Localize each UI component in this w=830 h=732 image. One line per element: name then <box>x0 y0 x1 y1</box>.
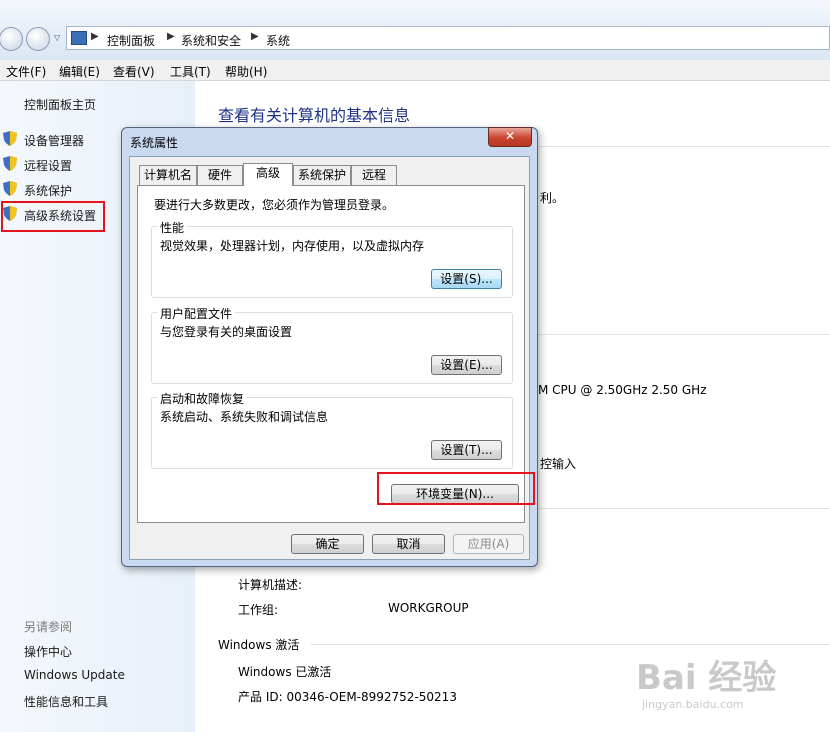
sidebar-item-remote-settings[interactable]: 远程设置 <box>24 157 72 174</box>
performance-settings-button[interactable]: 设置(S)... <box>431 269 502 289</box>
shield-icon <box>3 131 17 146</box>
sidebar-item-system-protection[interactable]: 系统保护 <box>24 182 72 199</box>
menu-bar: 文件(F) 编辑(E) 查看(V) 工具(T) 帮助(H) <box>0 60 830 81</box>
forward-button[interactable] <box>26 27 50 51</box>
shield-icon <box>3 181 17 196</box>
workgroup-value: WORKGROUP <box>388 601 469 615</box>
menu-tools[interactable]: 工具(T) <box>170 63 211 80</box>
sidebar-item-device-manager[interactable]: 设备管理器 <box>24 132 84 149</box>
menu-view[interactable]: 查看(V) <box>113 63 155 80</box>
tab-system-protection[interactable]: 系统保护 <box>293 165 351 185</box>
workgroup-label: 工作组: <box>238 603 279 617</box>
back-button[interactable] <box>0 27 23 51</box>
cancel-button[interactable]: 取消 <box>372 534 445 554</box>
breadcrumb-system-security[interactable]: 系统和安全 <box>181 32 241 49</box>
section-divider <box>538 334 830 335</box>
menu-file[interactable]: 文件(F) <box>6 63 46 80</box>
tab-computer-name[interactable]: 计算机名 <box>139 165 197 185</box>
sidebar-home-link[interactable]: 控制面板主页 <box>24 96 96 113</box>
user-profiles-description: 与您登录有关的桌面设置 <box>160 325 293 339</box>
product-id: 产品 ID: 00346-OEM-8992752-50213 <box>238 690 457 704</box>
page-title: 查看有关计算机的基本信息 <box>218 106 411 125</box>
dialog-title: 系统属性 <box>130 136 179 150</box>
performance-description: 视觉效果，处理器计划，内存使用，以及虚拟内存 <box>160 239 425 253</box>
tab-advanced[interactable]: 高级 <box>243 163 293 186</box>
watermark-logo: Bai 经验 <box>636 658 777 698</box>
breadcrumb-separator-icon: ▶ <box>251 31 259 42</box>
watermark-url: jingyan.baidu.com <box>642 698 744 711</box>
tab-hardware[interactable]: 硬件 <box>197 165 243 185</box>
close-icon: ✕ <box>504 129 516 143</box>
computer-description-label: 计算机描述: <box>238 578 303 592</box>
startup-recovery-label: 启动和故障恢复 <box>157 390 248 407</box>
sidebar-item-action-center[interactable]: 操作中心 <box>24 643 72 660</box>
shield-icon <box>3 206 17 221</box>
breadcrumb-control-panel[interactable]: 控制面板 <box>107 32 155 49</box>
startup-recovery-group: 启动和故障恢复 系统启动、系统失败和调试信息 设置(T)... <box>151 390 513 469</box>
sidebar-item-advanced-system-settings[interactable]: 高级系统设置 <box>24 207 96 224</box>
breadcrumb-system[interactable]: 系统 <box>266 32 290 49</box>
sidebar-item-performance-tools[interactable]: 性能信息和工具 <box>24 693 108 710</box>
performance-group: 性能 视觉效果，处理器计划，内存使用，以及虚拟内存 设置(S)... <box>151 219 513 298</box>
history-dropdown-icon[interactable]: ▽ <box>54 33 60 42</box>
address-toolbar: ▽ ▶ 控制面板 ▶ 系统和安全 ▶ 系统 <box>0 0 830 60</box>
breadcrumb-separator-icon: ▶ <box>167 31 175 42</box>
shield-icon <box>3 156 17 171</box>
breadcrumb-separator-icon: ▶ <box>91 31 99 42</box>
menu-help[interactable]: 帮助(H) <box>225 63 267 80</box>
user-profiles-group: 用户配置文件 与您登录有关的桌面设置 设置(E)... <box>151 305 513 384</box>
close-button[interactable]: ✕ <box>488 127 532 147</box>
touch-input-fragment: 控输入 <box>540 457 577 471</box>
cpu-text-fragment: M CPU @ 2.50GHz 2.50 GHz <box>538 383 707 397</box>
rights-text-fragment: 利。 <box>540 191 565 205</box>
highlight-box-environment-variables <box>377 472 535 505</box>
user-profiles-settings-button[interactable]: 设置(E)... <box>431 355 502 375</box>
activation-heading: Windows 激活 <box>218 638 300 652</box>
performance-label: 性能 <box>157 219 188 236</box>
activation-status: Windows 已激活 <box>238 665 332 679</box>
ok-button[interactable]: 确定 <box>291 534 364 554</box>
apply-button[interactable]: 应用(A) <box>453 534 524 554</box>
see-also-heading: 另请参阅 <box>24 620 73 634</box>
address-bar[interactable]: ▶ 控制面板 ▶ 系统和安全 ▶ 系统 <box>66 26 830 50</box>
section-divider <box>538 146 830 147</box>
control-panel-icon <box>71 31 87 45</box>
admin-note: 要进行大多数更改，您必须作为管理员登录。 <box>154 198 395 212</box>
startup-recovery-description: 系统启动、系统失败和调试信息 <box>160 410 329 424</box>
tab-remote[interactable]: 远程 <box>351 165 397 185</box>
user-profiles-label: 用户配置文件 <box>157 305 236 322</box>
sidebar-item-windows-update[interactable]: Windows Update <box>24 668 125 682</box>
watermark: Bai 经验 jingyan.baidu.com <box>636 640 826 732</box>
section-divider <box>538 508 830 509</box>
startup-recovery-settings-button[interactable]: 设置(T)... <box>431 440 502 460</box>
menu-edit[interactable]: 编辑(E) <box>59 63 100 80</box>
